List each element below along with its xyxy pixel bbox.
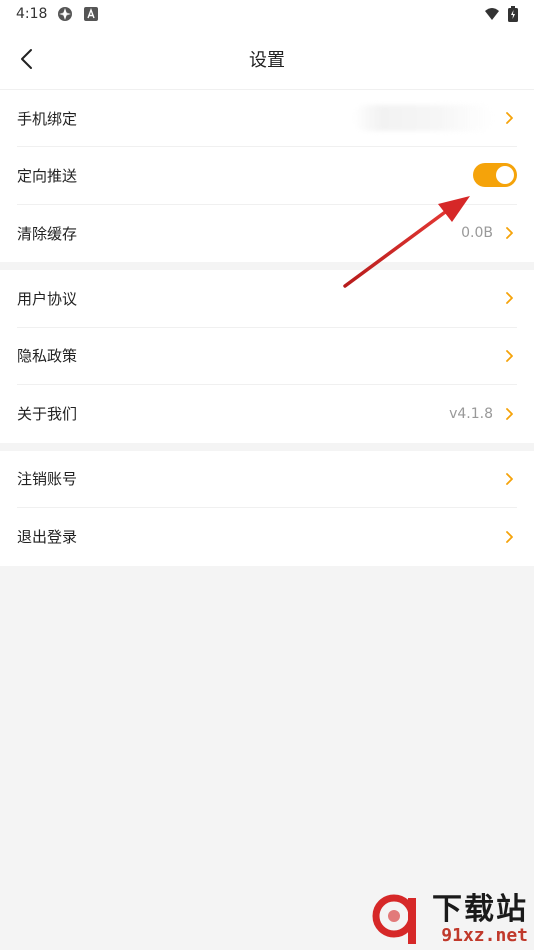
page-title: 设置 — [249, 49, 285, 71]
row-right: v4.1.8 — [449, 406, 517, 422]
cache-size-value: 0.0B — [461, 225, 493, 242]
wifi-icon — [485, 8, 499, 20]
back-button[interactable] — [8, 40, 46, 78]
blurred-phone-value — [353, 105, 493, 131]
chevron-right-icon — [506, 292, 513, 305]
row-label: 隐私政策 — [17, 347, 78, 366]
targeted-push-toggle[interactable] — [473, 163, 517, 188]
status-bar: 4:18 — [0, 0, 534, 28]
row-label: 定向推送 — [17, 166, 78, 185]
chevron-right-icon — [506, 472, 513, 485]
settings-group-session: 注销账号 退出登录 — [0, 450, 534, 566]
settings-row-phone-binding[interactable]: 手机绑定 — [17, 90, 517, 147]
settings-group-account: 手机绑定 定向推送 清除缓存 0.0B — [0, 90, 534, 262]
chevron-right-icon — [506, 407, 513, 420]
watermark-url: 91xz.net — [441, 925, 528, 946]
row-label: 用户协议 — [17, 289, 78, 308]
status-left: 4:18 — [16, 6, 99, 22]
settings-row-logout[interactable]: 退出登录 — [17, 508, 517, 566]
version-value: v4.1.8 — [449, 405, 493, 422]
status-time: 4:18 — [16, 6, 48, 22]
row-label: 关于我们 — [17, 405, 78, 424]
watermark-logo — [372, 894, 416, 944]
toggle-knob — [496, 166, 514, 185]
chevron-right-icon — [506, 227, 513, 240]
watermark-text: 下载站 91xz.net — [432, 894, 528, 946]
watermark-brand: 下载站 — [432, 892, 528, 927]
row-label: 退出登录 — [17, 528, 78, 547]
settings-group-about: 用户协议 隐私政策 关于我们 v4.1.8 — [0, 270, 534, 443]
settings-row-privacy-policy[interactable]: 隐私政策 — [17, 328, 517, 385]
settings-row-delete-account[interactable]: 注销账号 — [17, 451, 517, 508]
row-label: 手机绑定 — [17, 109, 78, 128]
status-right — [484, 6, 518, 22]
top-bar: 设置 — [0, 28, 534, 90]
back-arrow-icon — [21, 49, 32, 69]
settings-row-user-agreement[interactable]: 用户协议 — [17, 270, 517, 328]
row-right: 0.0B — [461, 225, 517, 241]
chevron-right-icon — [506, 530, 513, 543]
watermark: 下载站 91xz.net — [372, 890, 528, 946]
a-notification-icon — [84, 7, 99, 21]
settings-row-about-us[interactable]: 关于我们 v4.1.8 — [17, 385, 517, 443]
settings-row-clear-cache[interactable]: 清除缓存 0.0B — [17, 205, 517, 263]
row-label: 清除缓存 — [17, 224, 78, 243]
chevron-right-icon — [506, 112, 513, 124]
chevron-right-icon — [506, 349, 513, 362]
settings-row-targeted-push: 定向推送 — [17, 147, 517, 205]
row-right — [353, 105, 517, 131]
app-notification-icon — [58, 7, 73, 21]
row-label: 注销账号 — [17, 470, 78, 489]
battery-icon — [508, 6, 518, 22]
